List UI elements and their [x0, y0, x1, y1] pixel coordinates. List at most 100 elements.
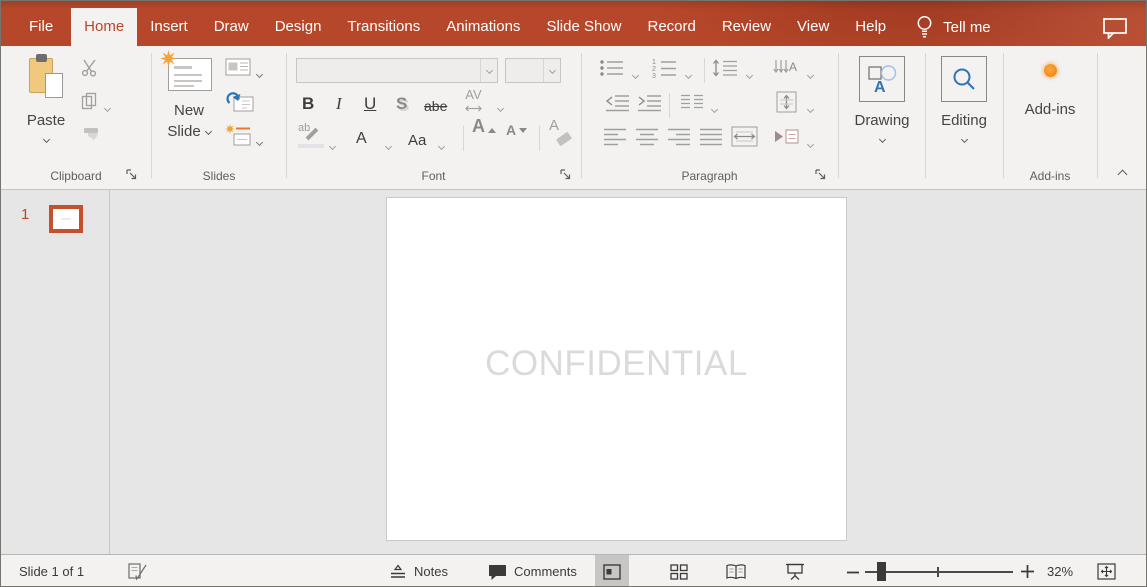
- copy-button[interactable]: [81, 92, 98, 110]
- reset-slide-button[interactable]: [226, 90, 254, 113]
- increase-indent-button[interactable]: [637, 93, 662, 112]
- font-color-button[interactable]: A: [356, 126, 367, 152]
- align-center-button[interactable]: [635, 127, 659, 146]
- italic-button[interactable]: I: [336, 91, 342, 117]
- tab-transitions[interactable]: Transitions: [334, 8, 433, 46]
- zoom-slider-track[interactable]: [865, 571, 1013, 573]
- slideshow-button[interactable]: [778, 555, 812, 587]
- drawing-button[interactable]: A Drawing: [843, 56, 921, 142]
- zoom-level[interactable]: 32%: [1047, 564, 1073, 579]
- text-highlight-chevron[interactable]: [330, 136, 335, 154]
- normal-view-button[interactable]: [595, 555, 629, 587]
- justify-icon: [699, 133, 723, 150]
- justify-button[interactable]: [699, 127, 723, 146]
- paste-button[interactable]: Paste: [17, 54, 75, 142]
- font-color-chevron[interactable]: [386, 136, 391, 154]
- numbering-chevron[interactable]: [686, 65, 691, 83]
- section-chevron[interactable]: [257, 132, 262, 150]
- reading-view-button[interactable]: [719, 555, 753, 587]
- new-slide-dropdown-chevron[interactable]: [205, 128, 212, 135]
- decrease-indent-button[interactable]: [605, 93, 630, 112]
- smartart-chevron[interactable]: [808, 134, 813, 152]
- tab-animations[interactable]: Animations: [433, 8, 533, 46]
- clear-formatting-icon: A: [549, 126, 575, 152]
- font-size-combobox[interactable]: [505, 58, 561, 83]
- feedback-button[interactable]: [1102, 8, 1128, 46]
- tab-home[interactable]: Home: [71, 8, 137, 46]
- zoom-out-button[interactable]: [847, 565, 861, 579]
- editing-dropdown-chevron[interactable]: [960, 136, 967, 143]
- copy-dropdown-chevron[interactable]: [105, 98, 110, 116]
- tab-view[interactable]: View: [784, 8, 842, 46]
- align-right-button[interactable]: [667, 127, 691, 146]
- text-direction-chevron[interactable]: [808, 65, 813, 83]
- change-case-button[interactable]: Aa: [408, 128, 426, 154]
- change-case-chevron[interactable]: [439, 136, 444, 154]
- svg-text:2: 2: [652, 66, 656, 73]
- slide-sorter-button[interactable]: [662, 555, 696, 587]
- tab-slide-show[interactable]: Slide Show: [533, 8, 634, 46]
- tab-insert[interactable]: Insert: [137, 8, 201, 46]
- tab-draw[interactable]: Draw: [201, 8, 262, 46]
- numbering-button[interactable]: 123: [652, 58, 678, 78]
- bold-button[interactable]: B: [302, 91, 314, 117]
- clipboard-dialog-launcher[interactable]: [125, 168, 138, 181]
- font-dialog-launcher[interactable]: [559, 168, 572, 181]
- zoom-in-button[interactable]: [1021, 565, 1034, 578]
- panel-divider[interactable]: [109, 190, 110, 554]
- tab-design[interactable]: Design: [262, 8, 335, 46]
- bullets-button[interactable]: [599, 58, 625, 78]
- notes-button[interactable]: Notes: [389, 555, 448, 587]
- align-text-button[interactable]: [773, 91, 800, 113]
- tab-help[interactable]: Help: [842, 8, 899, 46]
- proofing-button[interactable]: [127, 562, 148, 581]
- clear-formatting-button[interactable]: A: [549, 126, 575, 152]
- format-painter-button[interactable]: [81, 126, 102, 145]
- tab-record[interactable]: Record: [634, 8, 708, 46]
- comments-button[interactable]: Comments: [488, 555, 577, 587]
- slide-thumbnail[interactable]: [49, 205, 83, 233]
- text-direction-button[interactable]: A: [773, 58, 800, 78]
- font-name-dropdown-chevron[interactable]: [480, 59, 497, 82]
- new-slide-button[interactable]: New Slide: [158, 54, 220, 142]
- normal-view-icon: [603, 564, 621, 580]
- align-left-button[interactable]: [603, 127, 627, 146]
- text-shadow-button[interactable]: S: [396, 91, 407, 117]
- decrease-font-size-button[interactable]: A: [506, 130, 530, 152]
- copy-icon: [81, 97, 98, 114]
- text-highlight-button[interactable]: ab: [298, 126, 326, 152]
- section-button[interactable]: [225, 124, 253, 147]
- paragraph-dialog-launcher[interactable]: [814, 168, 827, 181]
- increase-font-size-button[interactable]: A: [472, 126, 498, 152]
- editing-button[interactable]: Editing: [926, 56, 1002, 142]
- slide-canvas[interactable]: CONFIDENTIAL: [386, 197, 847, 541]
- paste-dropdown-chevron[interactable]: [42, 136, 49, 143]
- tab-review[interactable]: Review: [709, 8, 784, 46]
- font-name-combobox[interactable]: [296, 58, 498, 83]
- line-spacing-button[interactable]: [712, 58, 739, 78]
- character-spacing-button[interactable]: AV: [464, 88, 483, 114]
- tell-me-button[interactable]: Tell me: [915, 8, 991, 46]
- distribute-text-button[interactable]: [731, 126, 758, 147]
- collapse-ribbon-chevron[interactable]: [1118, 170, 1128, 180]
- slide-layout-button[interactable]: [225, 58, 251, 76]
- fit-to-window-button[interactable]: [1097, 563, 1116, 580]
- tab-file[interactable]: File: [11, 8, 71, 46]
- drawing-dropdown-chevron[interactable]: [878, 136, 885, 143]
- convert-to-smartart-button[interactable]: [773, 127, 800, 146]
- line-spacing-chevron[interactable]: [747, 65, 752, 83]
- slide-layout-chevron[interactable]: [257, 64, 262, 82]
- font-size-dropdown-chevron[interactable]: [543, 59, 560, 82]
- underline-button[interactable]: U: [364, 91, 376, 117]
- addins-dot-icon: [1044, 64, 1057, 77]
- strikethrough-button[interactable]: abe: [424, 93, 447, 119]
- addins-button[interactable]: Add-ins: [1011, 64, 1089, 120]
- align-text-chevron[interactable]: [808, 99, 813, 117]
- cut-button[interactable]: [81, 59, 100, 77]
- columns-chevron[interactable]: [712, 99, 717, 117]
- columns-button[interactable]: [679, 93, 705, 111]
- zoom-slider-handle[interactable]: [877, 562, 886, 581]
- character-spacing-chevron[interactable]: [498, 98, 503, 116]
- clipboard-group: Paste Clipboard: [1, 46, 151, 189]
- bullets-chevron[interactable]: [633, 65, 638, 83]
